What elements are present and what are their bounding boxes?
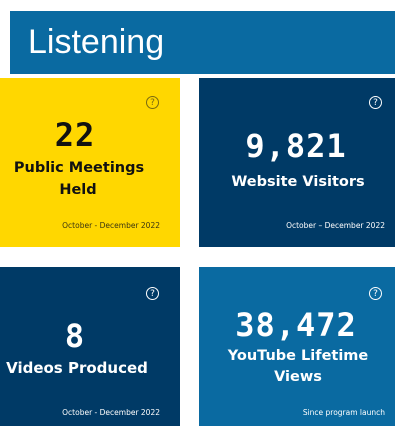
metric-period: Since program launch [302,408,385,417]
metric-tile-public-meetings: ? 22 Public Meetings Held October - Dece… [0,78,180,247]
metric-label-line1: Website Visitors [231,174,365,190]
metric-tile-videos-produced: ? 8 Videos Produced October - December 2… [0,267,180,426]
help-icon[interactable]: ? [146,287,159,300]
metric-period: October - December 2022 [62,408,160,417]
metric-period: October - December 2022 [62,221,160,230]
metric-label-line2: Views [274,369,322,385]
metric-value: 9,821 [245,127,347,165]
metric-label-line1: Videos Produced [6,359,148,377]
help-icon[interactable]: ? [146,96,159,109]
metric-tile-youtube-views: ? 38,472 YouTube Lifetime Views Since pr… [199,267,395,426]
help-icon[interactable]: ? [369,96,382,109]
help-icon[interactable]: ? [369,287,382,300]
section-title: Listening [28,23,165,61]
section-header: Listening [10,11,395,74]
metric-label-line1: YouTube Lifetime [227,348,369,364]
metric-period: October – December 2022 [286,221,385,230]
metric-tile-website-visitors: ? 9,821 Website Visitors October – Decem… [199,78,395,247]
metric-label-line2: Held [59,182,97,198]
metric-value: 38,472 [235,306,357,344]
metric-value: 8 [64,317,86,355]
metric-label-line1: Public Meetings [13,160,145,176]
metric-value: 22 [54,116,96,154]
